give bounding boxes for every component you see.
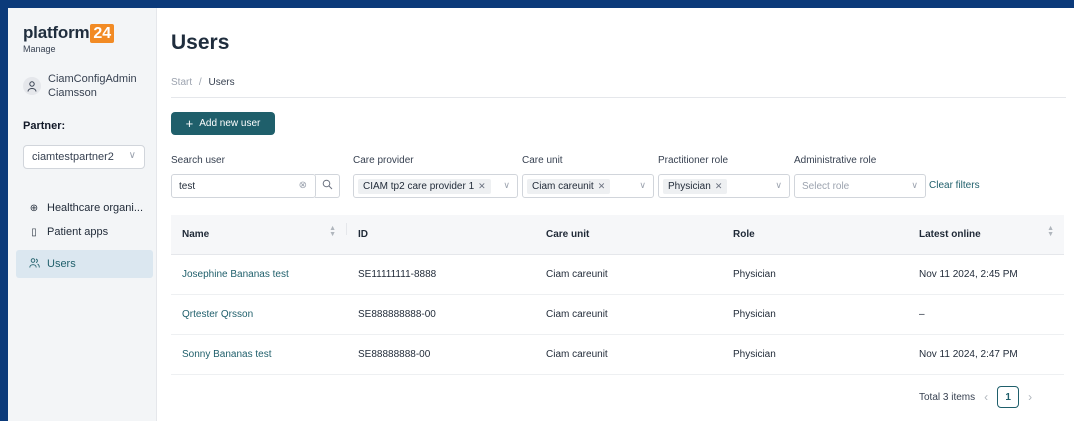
practitioner-role-select[interactable]: Physician ✕ ∨: [658, 174, 790, 198]
partner-select[interactable]: ciamtestpartner2 ∨: [23, 145, 145, 169]
table-row[interactable]: Qrtester Qrsson SE888888888-00 Ciam care…: [171, 295, 1064, 335]
table-row[interactable]: Josephine Bananas test SE11111111-8888 C…: [171, 255, 1064, 295]
sidebar-item-label: Healthcare organi...: [47, 202, 143, 214]
add-user-button[interactable]: + Add new user: [171, 112, 275, 135]
page-title: Users: [171, 31, 230, 54]
user-role: Physician: [733, 309, 776, 320]
chevron-down-icon: ∨: [775, 180, 782, 190]
search-icon: [322, 179, 333, 193]
column-header-care-unit: Care unit: [534, 229, 722, 240]
administrative-role-placeholder: Select role: [802, 180, 850, 192]
care-provider-label: Care provider: [353, 155, 414, 166]
breadcrumb-current: Users: [208, 77, 235, 88]
total-items: Total 3 items: [919, 391, 976, 403]
table-header: Name ▲ ▼ ID Care unit Role Latest online …: [171, 215, 1064, 255]
care-provider-tag: CIAM tp2 care provider 1 ✕: [358, 178, 491, 194]
chevron-down-icon: ∨: [639, 180, 646, 190]
partner-label: Partner:: [23, 120, 66, 132]
breadcrumb: Start / Users: [171, 77, 235, 88]
column-header-latest-online[interactable]: Latest online ▲ ▼: [909, 225, 1064, 240]
pagination: Total 3 items ‹ 1 ›: [919, 386, 1041, 408]
search-value: test: [179, 180, 196, 192]
logo[interactable]: platform 24 Manage: [23, 23, 115, 54]
user-id: SE88888888-00: [358, 349, 431, 360]
phone-icon: ▯: [31, 226, 37, 238]
table-row[interactable]: Sonny Bananas test SE88888888-00 Ciam ca…: [171, 335, 1064, 375]
care-unit-select[interactable]: Ciam careunit ✕ ∨: [522, 174, 654, 198]
search-user-label: Search user: [171, 155, 225, 166]
sidebar-item-label: Patient apps: [47, 226, 109, 238]
remove-tag-icon[interactable]: ✕: [715, 181, 723, 192]
column-label: Care unit: [546, 229, 590, 240]
user-latest-online: Nov 11 2024, 2:45 PM: [919, 269, 1018, 280]
users-table: Name ▲ ▼ ID Care unit Role Latest online …: [171, 215, 1064, 375]
tag-label: Physician: [668, 180, 711, 192]
sidebar-item-users[interactable]: Users: [16, 250, 153, 278]
care-unit-label: Care unit: [522, 155, 563, 166]
current-user[interactable]: CiamConfigAdmin Ciamsson: [23, 72, 153, 100]
user-latest-online: Nov 11 2024, 2:47 PM: [919, 349, 1018, 360]
main-content: Users Start / Users + Add new user Searc…: [157, 8, 1074, 421]
organization-icon: ⊕: [29, 202, 39, 214]
practitioner-role-tag: Physician ✕: [663, 178, 728, 194]
user-id: SE888888888-00: [358, 309, 436, 320]
page-button-current[interactable]: 1: [997, 386, 1020, 408]
clear-filters-link[interactable]: Clear filters: [929, 180, 980, 191]
administrative-role-select[interactable]: Select role ∨: [794, 174, 926, 198]
column-divider: [346, 223, 347, 235]
remove-tag-icon[interactable]: ✕: [598, 181, 606, 192]
clear-input-icon[interactable]: ⊗: [299, 180, 307, 191]
sidebar-item-patient-apps[interactable]: ▯ Patient apps: [16, 218, 153, 246]
column-header-role: Role: [722, 229, 909, 240]
user-name-link[interactable]: Sonny Bananas test: [171, 349, 346, 360]
chevron-down-icon: ∨: [911, 180, 918, 190]
care-unit-tag: Ciam careunit ✕: [527, 178, 611, 194]
logo-subtitle: Manage: [23, 44, 56, 54]
user-id: SE11111111-8888: [358, 269, 437, 280]
chevron-right-icon[interactable]: ›: [1028, 390, 1032, 404]
user-care-unit: Ciam careunit: [546, 309, 608, 320]
search-input[interactable]: test ⊗: [171, 174, 316, 198]
chevron-down-icon: ∨: [503, 180, 510, 190]
user-name-link[interactable]: Josephine Bananas test: [171, 269, 346, 280]
chevron-down-icon: ∨: [128, 150, 136, 161]
column-header-id: ID: [346, 223, 534, 240]
logo-number: 24: [90, 24, 115, 43]
column-label: Latest online: [919, 229, 981, 240]
plus-icon: +: [185, 116, 194, 131]
column-label: Role: [733, 229, 755, 240]
tag-label: Ciam careunit: [532, 180, 594, 192]
partner-value: ciamtestpartner2: [32, 151, 114, 163]
user-care-unit: Ciam careunit: [546, 349, 608, 360]
sort-icon[interactable]: ▲ ▼: [1047, 225, 1054, 238]
chevron-left-icon[interactable]: ‹: [984, 390, 988, 404]
breadcrumb-separator: /: [198, 77, 202, 88]
app-window: platform 24 Manage CiamConfigAdmin Ciamss…: [8, 8, 1074, 421]
logo-word: platform: [23, 23, 90, 42]
user-role: Physician: [733, 269, 776, 280]
column-label: Name: [182, 229, 210, 240]
column-label: ID: [358, 229, 368, 240]
remove-tag-icon[interactable]: ✕: [478, 181, 486, 192]
search-button[interactable]: [315, 174, 340, 198]
sidebar: platform 24 Manage CiamConfigAdmin Ciamss…: [8, 8, 157, 421]
practitioner-role-label: Practitioner role: [658, 155, 729, 166]
user-name: CiamConfigAdmin Ciamsson: [48, 73, 137, 99]
users-icon: [27, 257, 41, 271]
user-role: Physician: [733, 349, 776, 360]
user-latest-online: –: [919, 309, 925, 320]
tag-label: CIAM tp2 care provider 1: [363, 180, 475, 192]
care-provider-select[interactable]: CIAM tp2 care provider 1 ✕ ∨: [353, 174, 518, 198]
breadcrumb-start[interactable]: Start: [171, 77, 192, 88]
administrative-role-label: Administrative role: [794, 155, 877, 166]
user-name-link[interactable]: Qrtester Qrsson: [171, 309, 346, 320]
sort-icon[interactable]: ▲ ▼: [329, 225, 336, 238]
person-icon: [23, 77, 41, 95]
user-care-unit: Ciam careunit: [546, 269, 608, 280]
sidebar-item-label: Users: [47, 258, 76, 270]
add-user-label: Add new user: [199, 118, 261, 129]
column-header-name[interactable]: Name ▲ ▼: [171, 225, 346, 240]
divider: [171, 97, 1066, 98]
